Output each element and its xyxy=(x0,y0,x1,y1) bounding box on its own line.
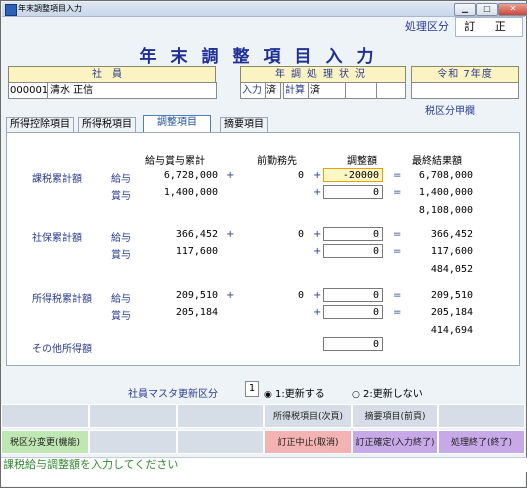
page-title: 年末調整項目入力 xyxy=(139,47,388,67)
next-page-button[interactable]: 所得税項目(次頁) xyxy=(264,404,352,428)
prev-page-button[interactable]: 摘要項目(前頁) xyxy=(352,404,438,428)
row-type: 給与 xyxy=(111,233,131,244)
plus-sign: + xyxy=(313,170,322,181)
adjustment-input[interactable]: 0 xyxy=(323,227,383,241)
fkey-6[interactable] xyxy=(438,404,525,428)
employee-code[interactable]: 000001 xyxy=(8,82,49,99)
fkey-3[interactable] xyxy=(177,404,264,428)
end-process-button[interactable]: 処理終了(終了) xyxy=(438,430,525,454)
confirm-correction-button[interactable]: 訂正確定(入力終了) xyxy=(352,430,438,454)
section-total: 8,108,000 xyxy=(418,205,473,216)
base-amount: 1,400,000 xyxy=(163,187,218,198)
plus-sign: + xyxy=(226,290,235,301)
fkey-9[interactable] xyxy=(177,430,264,454)
calc-status-value: 済 xyxy=(308,82,347,99)
radio-unchecked-icon: ○ xyxy=(352,390,360,400)
radio-label: 2:更新しない xyxy=(363,389,423,400)
col-prev-employer: 前勤務先 xyxy=(257,156,297,167)
other-income-input[interactable]: 0 xyxy=(323,337,383,351)
bottom-bar xyxy=(1,472,525,486)
adjustment-input[interactable]: -20000 xyxy=(323,168,383,182)
col-salary-bonus: 給与賞与累計 xyxy=(145,156,205,167)
process-label: 処理区分 xyxy=(405,20,449,33)
prev-amount: 0 xyxy=(297,290,304,301)
fiscal-year: 令和 7年度 xyxy=(411,66,519,83)
row-type: 給与 xyxy=(111,294,131,305)
row-type: 賞与 xyxy=(111,250,131,261)
master-update-input[interactable]: 1 xyxy=(245,381,259,397)
tab-deduction-items[interactable]: 所得控除項目 xyxy=(6,117,74,132)
plus-sign: + xyxy=(313,229,322,240)
fkey-2[interactable] xyxy=(89,404,177,428)
result-amount: 6,708,000 xyxy=(418,170,473,181)
master-update-label: 社員マスタ更新区分 xyxy=(128,389,218,400)
base-amount: 117,600 xyxy=(175,246,218,257)
section-income-tax-label: 所得税累計額 xyxy=(32,294,92,305)
tax-class-change-button[interactable]: 税区分変更(機能) xyxy=(1,430,89,454)
fkey-1[interactable] xyxy=(1,404,89,428)
result-amount: 205,184 xyxy=(430,307,473,318)
adjustment-input[interactable]: 0 xyxy=(323,244,383,258)
radio-update-off[interactable]: ○ 2:更新しない xyxy=(352,385,423,400)
plus-sign: + xyxy=(313,290,322,301)
status-cell-4 xyxy=(376,82,406,99)
section-total: 484,052 xyxy=(430,264,473,275)
close-button[interactable]: ✕ xyxy=(498,3,527,16)
prev-amount: 0 xyxy=(297,229,304,240)
title-bar: 年末調整項目入力 ▁ □ ✕ xyxy=(2,2,527,17)
fkey-8[interactable] xyxy=(89,430,177,454)
status-header: 年調処理状況 xyxy=(240,66,406,83)
tab-summary-items[interactable]: 摘要項目 xyxy=(220,117,268,132)
tax-class: 税区分甲欄 xyxy=(425,106,475,117)
employee-name: 清水 正信 xyxy=(47,82,217,99)
radio-update-on[interactable]: ◉ 1:更新する xyxy=(264,385,325,400)
status-message: 課税給与調整額を入力してください xyxy=(1,457,527,472)
maximize-button[interactable]: □ xyxy=(476,3,498,16)
calc-status-label: 計算 xyxy=(283,82,310,99)
section-total: 414,694 xyxy=(430,325,473,336)
section-social-ins-label: 社保累計額 xyxy=(32,233,82,244)
minimize-button[interactable]: ▁ xyxy=(454,3,476,16)
tab-adjustment-items[interactable]: 調整項目 xyxy=(143,115,211,132)
section-taxable-label: 課税累計額 xyxy=(32,174,82,185)
fiscal-year-cell xyxy=(411,82,519,99)
process-value: 訂 正 xyxy=(455,17,523,37)
base-amount: 209,510 xyxy=(175,290,218,301)
plus-sign: + xyxy=(313,187,322,198)
adjustment-input[interactable]: 0 xyxy=(323,288,383,302)
result-amount: 209,510 xyxy=(430,290,473,301)
row-type: 賞与 xyxy=(111,191,131,202)
col-adjustment: 調整額 xyxy=(347,156,377,167)
adjustment-input[interactable]: 0 xyxy=(323,305,383,319)
employee-header: 社員 xyxy=(8,66,216,83)
window-title: 年末調整項目入力 xyxy=(18,4,82,13)
base-amount: 6,728,000 xyxy=(163,170,218,181)
result-amount: 366,452 xyxy=(430,229,473,240)
tab-income-tax-items[interactable]: 所得税項目 xyxy=(78,117,136,132)
base-amount: 205,184 xyxy=(175,307,218,318)
status-cell-3 xyxy=(345,82,377,99)
row-type: 賞与 xyxy=(111,311,131,322)
result-amount: 1,400,000 xyxy=(418,187,473,198)
radio-label: 1:更新する xyxy=(275,389,325,400)
result-amount: 117,600 xyxy=(430,246,473,257)
cancel-correction-button[interactable]: 訂正中止(取消) xyxy=(264,430,352,454)
plus-sign: + xyxy=(226,229,235,240)
input-status-value: 済 xyxy=(265,82,281,99)
plus-sign: + xyxy=(313,246,322,257)
row-type: 給与 xyxy=(111,174,131,185)
plus-sign: + xyxy=(313,307,322,318)
radio-checked-icon: ◉ xyxy=(264,390,272,400)
adjustment-input[interactable]: 0 xyxy=(323,185,383,199)
app-icon xyxy=(5,4,17,16)
input-status-label: 入力 xyxy=(240,82,267,99)
plus-sign: + xyxy=(226,170,235,181)
base-amount: 366,452 xyxy=(175,229,218,240)
prev-amount: 0 xyxy=(297,170,304,181)
other-income-label: その他所得額 xyxy=(32,344,92,355)
col-final: 最終結果額 xyxy=(412,156,462,167)
function-key-bar: 所得税項目(次頁) 摘要項目(前頁) 税区分変更(機能) 訂正中止(取消) 訂正… xyxy=(1,404,525,456)
